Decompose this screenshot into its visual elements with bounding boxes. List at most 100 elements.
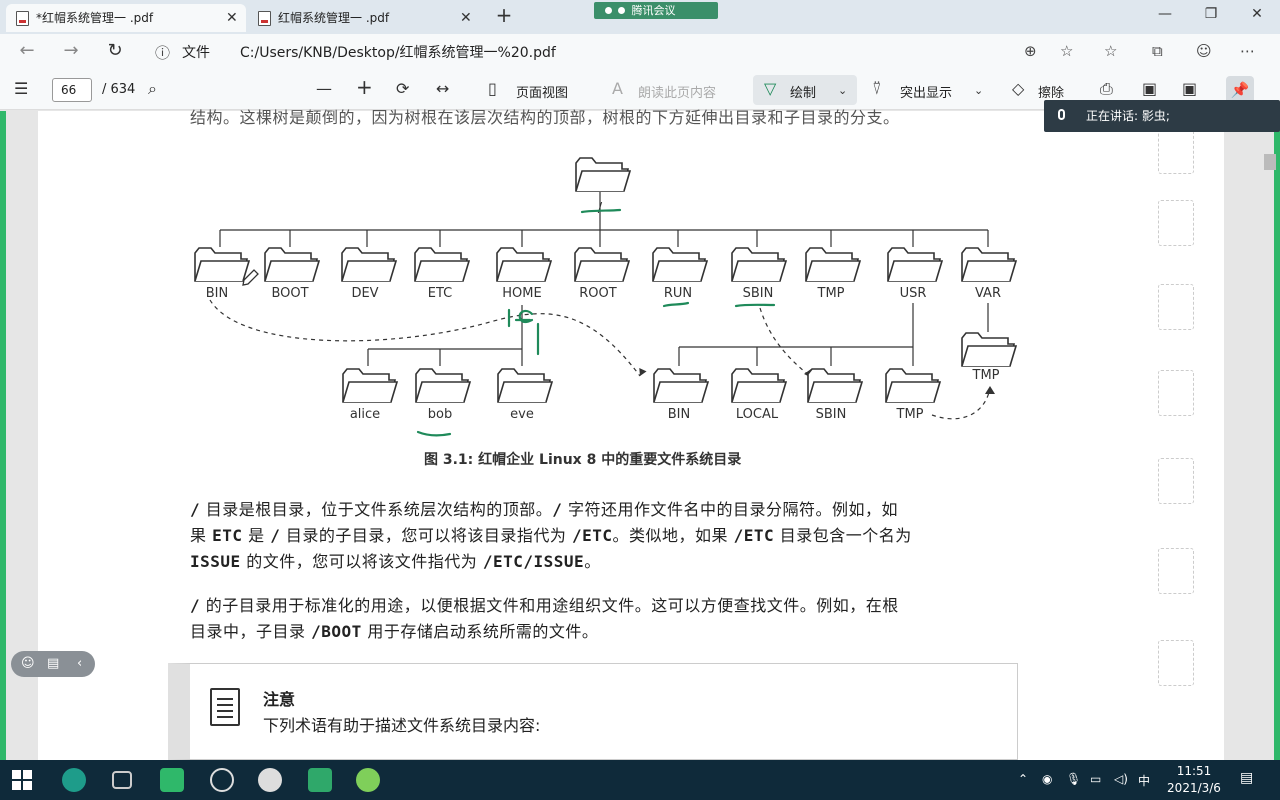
search-icon[interactable]: ⌕ (148, 79, 157, 99)
notifications-icon[interactable]: ▤ (1240, 770, 1253, 786)
text-run: 用于存储启动系统所需的文件。 (361, 622, 599, 641)
close-tab-icon[interactable]: ✕ (460, 4, 472, 32)
chevron-left-icon[interactable]: ‹ (77, 651, 82, 677)
ime-indicator[interactable]: 中 (1138, 772, 1150, 789)
usr-sbin-folder-icon (807, 368, 863, 403)
new-tab-icon[interactable]: + (489, 3, 519, 27)
zoom-in-icon[interactable]: + (356, 75, 373, 99)
tab-pdf-active[interactable]: *红帽系统管理一 .pdf ✕ (6, 4, 246, 32)
info-icon: ⓘ (155, 44, 171, 62)
forward-icon[interactable]: → (58, 40, 84, 61)
rotate-icon[interactable]: ⟳ (396, 79, 409, 98)
total-pages: / 634 (102, 82, 136, 97)
page-number-input[interactable]: 66 (52, 78, 92, 102)
share-border-right (1274, 111, 1280, 760)
dev-folder-icon (341, 247, 397, 282)
chevron-down-icon[interactable]: ⌄ (838, 84, 847, 97)
erase-button[interactable]: 擦除 (1038, 82, 1064, 101)
back-icon[interactable]: ← (14, 40, 40, 61)
tray-chevron-up-icon[interactable]: ⌃ (1018, 772, 1028, 786)
tray-mic-icon[interactable]: 🎙 (1066, 772, 1081, 786)
code-slash: / (190, 596, 201, 615)
close-tab-icon[interactable]: ✕ (226, 4, 238, 32)
etc-folder-icon (414, 247, 470, 282)
dir-label-alice: alice (350, 407, 380, 422)
more-icon[interactable]: ⋯ (1240, 42, 1255, 60)
dir-label-root: ROOT (579, 286, 616, 301)
refresh-icon[interactable]: ↻ (102, 40, 128, 61)
home-folder-icon (496, 247, 552, 282)
clock[interactable]: 11:51 2021/3/6 (1164, 763, 1224, 797)
zoom-out-icon[interactable]: — (316, 79, 332, 98)
tray-record-icon[interactable]: ◉ (1042, 772, 1052, 786)
chat-icon[interactable]: ▤ (47, 651, 59, 677)
save-as-icon[interactable]: ▣ (1182, 79, 1197, 98)
hand-annotations (416, 208, 776, 437)
eve-folder-icon (497, 368, 553, 403)
figure-caption: 图 3.1: 红帽企业 Linux 8 中的重要文件系统目录 (424, 452, 742, 468)
dir-label-usr-tmp: TMP (896, 407, 924, 422)
meeting-badge[interactable]: 腾讯会议 (594, 2, 718, 19)
app-circle-icon[interactable] (210, 768, 234, 792)
tab-pdf[interactable]: 红帽系统管理一 .pdf ✕ (248, 4, 480, 32)
var-folder-icon (961, 247, 1017, 282)
title-bar: *红帽系统管理一 .pdf ✕ 红帽系统管理一 .pdf ✕ + 腾讯会议 — … (0, 0, 1280, 34)
tmp-folder-icon (805, 247, 861, 282)
text-run: 目录是根目录，位于文件系统层次结构的顶部。 (200, 500, 553, 519)
usr-bin-folder-icon (653, 368, 709, 403)
fit-width-icon[interactable]: ↔ (436, 79, 449, 98)
text-run: 是 (242, 526, 271, 545)
var-tmp-folder-icon (961, 332, 1017, 367)
zoom-icon[interactable]: ⊕ (1024, 42, 1037, 60)
meeting-app-icon[interactable] (160, 768, 184, 792)
chevron-down-icon[interactable]: ⌄ (974, 84, 983, 97)
floating-meeting-controls[interactable]: ☺ ▤ ‹ (11, 651, 95, 677)
windows-start-icon[interactable] (12, 770, 32, 790)
print-icon[interactable]: ⎙ (1100, 79, 1113, 99)
app-green-icon[interactable] (308, 768, 332, 792)
minimize-icon[interactable]: — (1150, 6, 1180, 22)
dir-label-home: HOME (502, 286, 541, 301)
dir-label-var: VAR (975, 286, 1001, 301)
read-aloud-button[interactable]: 朗读此页内容 (638, 82, 716, 101)
filesystem-diagram: / BIN BOOT DEV ETC HOME ROOT RUN SBIN TM… (194, 157, 1017, 437)
contents-icon[interactable]: ☰ (14, 79, 28, 98)
save-icon[interactable]: ▣ (1142, 79, 1157, 98)
paragraph-2-line-1: / 的子目录用于标准化的用途，以便根据文件和用途组织文件。这可以方便查找文件。例… (190, 592, 899, 616)
app-pen-icon[interactable] (356, 768, 380, 792)
record-dot-icon (605, 7, 612, 14)
text-line-top: 结构。这棵树是颠倒的，因为树根在该层次结构的顶部，树根的下方延伸出目录和子目录的… (190, 108, 900, 127)
text-run: 目录包含一个名为 (774, 526, 912, 545)
thumbnail-placeholder (1158, 370, 1194, 416)
collections-icon[interactable]: ⧉ (1152, 42, 1163, 60)
text-run: 目录中，子目录 (190, 622, 312, 641)
store-icon[interactable] (112, 771, 132, 789)
tray-network-icon[interactable]: ▭ (1090, 772, 1101, 786)
highlight-button[interactable]: 突出显示 (900, 82, 952, 101)
note-text: 下列术语有助于描述文件系统目录内容: (263, 716, 541, 735)
code-etc-path: /etc (733, 526, 775, 545)
tray-volume-icon[interactable]: ◁) (1114, 772, 1128, 786)
paragraph-1-line-1: / 目录是根目录，位于文件系统层次结构的顶部。/ 字符还用作文件名中的目录分隔符… (190, 496, 898, 520)
eraser-icon: ◇ (1012, 79, 1025, 98)
close-window-icon[interactable]: ✕ (1242, 6, 1272, 22)
dir-label-dev: DEV (351, 286, 378, 301)
address-bar: ← → ↻ ⓘ 文件 C:/Users/KNB/Desktop/红帽系统管理一%… (0, 34, 1280, 70)
page-view-button[interactable]: 页面视图 (516, 82, 568, 101)
alice-folder-icon (342, 368, 398, 403)
usr-local-folder-icon (731, 368, 787, 403)
code-etc-issue-path: /etc/issue (482, 552, 585, 571)
restore-icon[interactable]: ❐ (1196, 6, 1226, 22)
url-field[interactable]: C:/Users/KNB/Desktop/红帽系统管理一%20.pdf (240, 42, 556, 62)
dir-label-tmp: TMP (817, 286, 845, 301)
profile-icon[interactable]: ☺ (1196, 42, 1212, 60)
code-etc: etc (212, 526, 243, 545)
dir-label-usr: USR (900, 286, 927, 301)
favorite-add-icon[interactable]: ☆ (1060, 42, 1073, 60)
emoji-icon[interactable]: ☺ (21, 651, 35, 677)
dir-label-bin: BIN (206, 286, 228, 301)
favorites-icon[interactable]: ☆ (1104, 42, 1117, 60)
app-round-icon[interactable] (258, 768, 282, 792)
edge-browser-icon[interactable] (62, 768, 86, 792)
scrollbar-thumb[interactable] (1264, 154, 1276, 170)
